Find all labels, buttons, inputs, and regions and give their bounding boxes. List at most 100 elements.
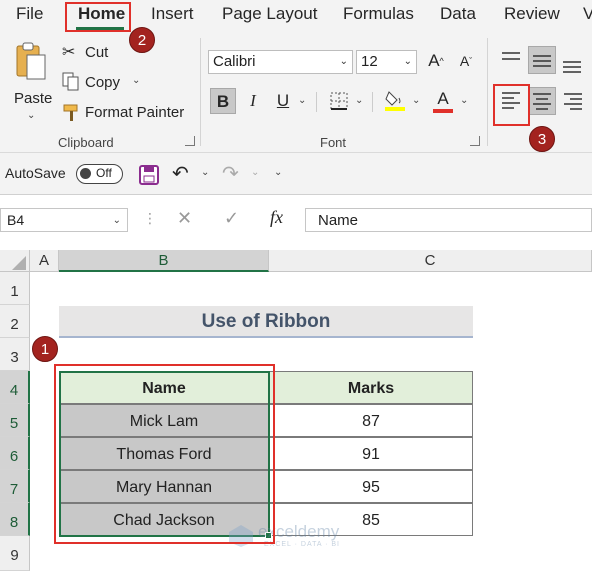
decrease-font-size-button[interactable]: Aˇ	[453, 48, 479, 74]
paste-button[interactable]: Paste ⌄	[12, 40, 53, 121]
row-header-5[interactable]: 5	[0, 404, 30, 437]
autosave-toggle[interactable]: Off	[76, 164, 123, 184]
copy-icon	[62, 72, 79, 91]
bold-button[interactable]: B	[210, 88, 236, 114]
paste-label: Paste	[14, 90, 53, 107]
tab-review[interactable]: Review	[504, 4, 560, 24]
tab-formulas[interactable]: Formulas	[343, 4, 414, 24]
paste-dropdown-icon[interactable]: ⌄	[27, 110, 35, 121]
increase-font-icon: A	[428, 51, 440, 70]
italic-button[interactable]: I	[240, 88, 266, 114]
name-box-dropdown-icon: ⌄	[112, 215, 121, 226]
clipboard-group-label: Clipboard	[58, 135, 114, 150]
formula-input[interactable]: Name	[305, 208, 592, 232]
row-header-4[interactable]: 4	[0, 371, 30, 404]
font-color-swatch	[433, 109, 453, 113]
font-name-select[interactable]: Calibri ⌄	[208, 50, 353, 74]
font-size-value: 12	[361, 53, 378, 70]
row-header-9[interactable]: 9	[0, 536, 30, 571]
row-header-6[interactable]: 6	[0, 437, 30, 470]
step-badge-2: 2	[129, 27, 155, 53]
step-badge-1: 1	[32, 336, 58, 362]
undo-icon[interactable]: ↶	[172, 161, 189, 186]
enter-icon[interactable]: ✓	[224, 208, 239, 229]
copy-button[interactable]: Copy ⌄	[62, 72, 182, 94]
table-cell-marks[interactable]: 87	[269, 404, 473, 437]
highlight-align-left	[493, 84, 530, 126]
borders-dropdown-icon[interactable]: ⌄	[355, 95, 363, 106]
group-divider	[487, 38, 488, 146]
font-name-dropdown-icon: ⌄	[339, 56, 348, 67]
name-box[interactable]: B4 ⌄	[0, 208, 128, 232]
format-painter-icon	[63, 104, 78, 121]
font-color-icon: A	[437, 89, 449, 108]
redo-icon[interactable]: ↷	[222, 161, 239, 186]
column-header-a[interactable]: A	[30, 250, 59, 272]
divider	[372, 92, 373, 112]
tab-insert[interactable]: Insert	[151, 4, 194, 24]
row-header-2[interactable]: 2	[0, 305, 30, 338]
highlight-home-tab	[65, 2, 131, 32]
clipboard-launcher-icon[interactable]	[185, 136, 195, 146]
toggle-knob	[80, 168, 91, 179]
cut-label: Cut	[85, 44, 109, 61]
tab-view[interactable]: V	[583, 4, 592, 24]
middle-align-button[interactable]	[528, 46, 556, 74]
underline-dropdown-icon[interactable]: ⌄	[298, 95, 306, 106]
font-color-button[interactable]: A	[430, 86, 456, 113]
font-group-label: Font	[320, 135, 347, 150]
row-header-1[interactable]: 1	[0, 272, 30, 305]
font-size-select[interactable]: 12 ⌄	[356, 50, 417, 74]
autosave-toggle-state: Off	[96, 166, 112, 180]
customize-qat-icon[interactable]: ⌄	[274, 167, 282, 178]
select-all-icon	[11, 256, 26, 270]
align-right-icon[interactable]	[560, 88, 586, 114]
column-header-c[interactable]: C	[269, 250, 592, 272]
table-header-marks[interactable]: Marks	[269, 371, 473, 404]
undo-dropdown-icon[interactable]: ⌄	[201, 167, 209, 178]
quick-access-toolbar: AutoSave Off ↶ ⌄ ↷ ⌄ ⌄	[0, 153, 592, 195]
paste-icon	[16, 42, 46, 80]
format-painter-label: Format Painter	[85, 104, 185, 121]
cancel-icon[interactable]: ✕	[177, 208, 192, 229]
formula-bar: B4 ⌄ ⋮ ✕ ✓ fx Name	[0, 196, 592, 250]
format-painter-button[interactable]: Format Painter	[62, 102, 192, 124]
row-header-7[interactable]: 7	[0, 470, 30, 503]
resize-handle-icon[interactable]: ⋮	[143, 210, 157, 227]
watermark-tagline: EXCEL · DATA · BI	[264, 541, 340, 548]
tab-data[interactable]: Data	[440, 4, 476, 24]
step-badge-3: 3	[529, 126, 555, 152]
top-align-icon[interactable]	[500, 48, 522, 70]
save-icon[interactable]	[138, 164, 160, 186]
table-cell-marks[interactable]: 95	[269, 470, 473, 503]
column-header-b[interactable]: B	[59, 250, 269, 272]
tab-file[interactable]: File	[16, 4, 43, 24]
select-all-corner[interactable]	[0, 250, 30, 272]
font-size-dropdown-icon: ⌄	[403, 56, 412, 67]
fill-color-dropdown-icon[interactable]: ⌄	[412, 95, 420, 106]
borders-icon	[330, 92, 348, 110]
bottom-align-icon[interactable]	[560, 52, 584, 74]
row-header-8[interactable]: 8	[0, 503, 30, 536]
borders-button[interactable]	[326, 88, 352, 114]
redo-dropdown-icon[interactable]: ⌄	[251, 167, 259, 178]
row-header-3[interactable]: 3	[0, 338, 30, 371]
font-name-value: Calibri	[213, 53, 256, 70]
highlight-name-column	[54, 364, 275, 544]
tab-page-layout[interactable]: Page Layout	[222, 4, 317, 24]
cut-button[interactable]: ✂ Cut	[62, 42, 182, 64]
insert-function-icon[interactable]: fx	[270, 207, 283, 228]
font-color-dropdown-icon[interactable]: ⌄	[460, 95, 468, 106]
underline-button[interactable]: U	[270, 88, 296, 114]
increase-font-size-button[interactable]: A^	[423, 48, 449, 74]
divider	[316, 92, 317, 112]
name-box-value: B4	[7, 212, 25, 228]
copy-dropdown-icon[interactable]: ⌄	[132, 75, 140, 86]
align-center-button[interactable]	[528, 87, 556, 115]
font-launcher-icon[interactable]	[470, 136, 480, 146]
sheet-title[interactable]: Use of Ribbon	[59, 306, 473, 338]
decrease-font-icon: A	[459, 53, 470, 69]
paint-bucket-icon	[385, 91, 405, 111]
fill-color-button[interactable]	[382, 88, 408, 114]
table-cell-marks[interactable]: 91	[269, 437, 473, 470]
